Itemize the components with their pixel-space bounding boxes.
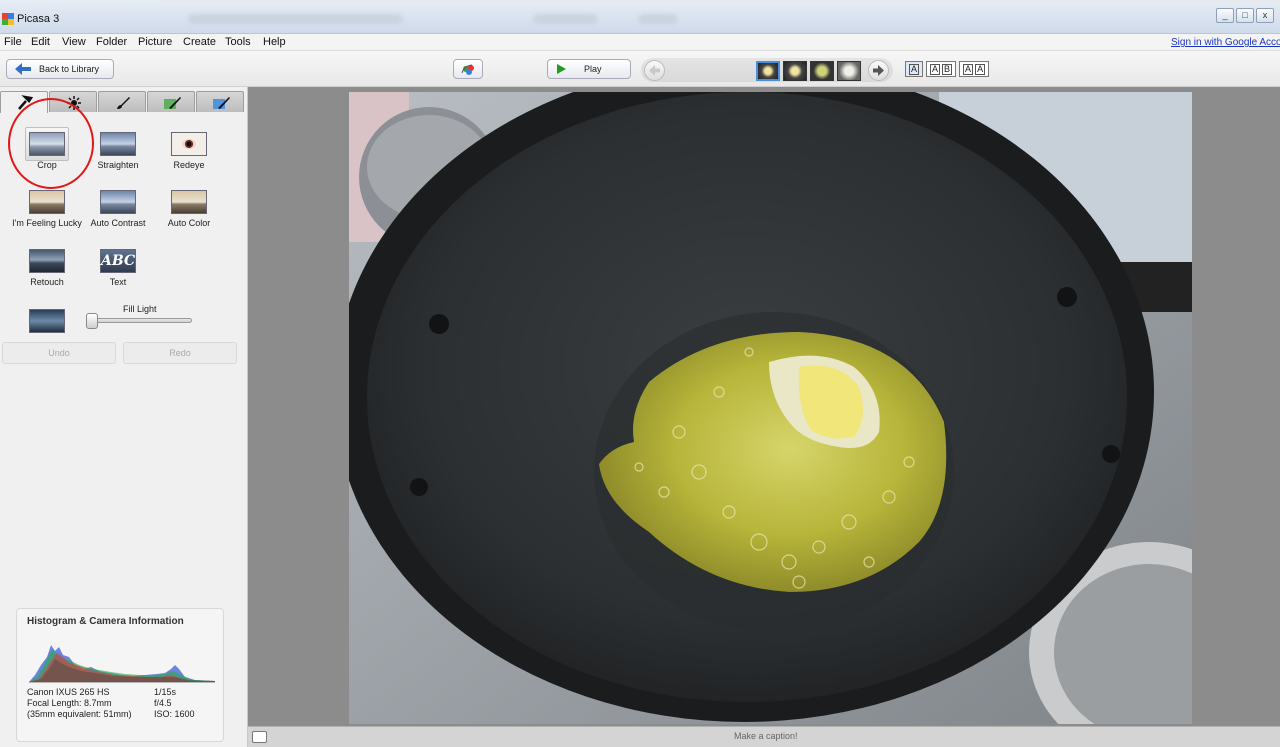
title-bar: Picasa 3 _ □ x xyxy=(0,0,1280,34)
edit-panel: Crop Straighten Redeye I'm Feeling Lucky… xyxy=(0,87,248,747)
green-brush-icon xyxy=(164,97,181,109)
feeling-lucky-tool[interactable]: I'm Feeling Lucky xyxy=(7,190,87,228)
filmstrip-thumbnail[interactable] xyxy=(810,61,834,81)
arrow-left-icon xyxy=(649,65,660,76)
caption-input[interactable]: Make a caption! xyxy=(734,731,798,741)
histogram-graph xyxy=(29,645,215,683)
caption-mode-aa[interactable]: AA xyxy=(959,61,990,77)
caption-bar: Make a caption! xyxy=(248,726,1280,747)
window-title: Picasa 3 xyxy=(17,13,60,25)
menu-help[interactable]: Help xyxy=(263,36,286,48)
previous-photo-button[interactable] xyxy=(644,60,665,81)
fill-light-label: Fill Light xyxy=(123,304,157,314)
text-label: Text xyxy=(109,277,127,287)
caption-mode-single[interactable]: A xyxy=(905,61,924,77)
shutter-speed: 1/15s xyxy=(154,687,177,697)
retouch-label: Retouch xyxy=(30,277,64,287)
menu-edit[interactable]: Edit xyxy=(31,36,50,48)
back-to-library-button[interactable]: Back to Library xyxy=(6,59,114,79)
effects-button[interactable] xyxy=(453,59,483,79)
straighten-tool[interactable]: Straighten xyxy=(78,132,158,170)
minimize-button[interactable]: _ xyxy=(1216,8,1234,23)
straighten-icon xyxy=(100,132,136,156)
auto-color-label: Auto Color xyxy=(167,218,211,228)
histogram-title: Histogram & Camera Information xyxy=(27,616,184,627)
picasa-logo-icon xyxy=(2,13,14,25)
menu-file[interactable]: File xyxy=(4,36,22,48)
tab-effects-3[interactable] xyxy=(196,91,244,112)
auto-color-icon xyxy=(171,190,207,214)
retouch-tool[interactable]: Retouch xyxy=(7,249,87,287)
filmstrip-thumbnail[interactable] xyxy=(756,61,780,81)
tab-effects[interactable] xyxy=(98,91,146,112)
feeling-lucky-label: I'm Feeling Lucky xyxy=(12,218,82,228)
close-button[interactable]: x xyxy=(1256,8,1274,23)
menu-folder[interactable]: Folder xyxy=(96,36,127,48)
color-palette-icon xyxy=(461,64,474,75)
arrow-left-icon xyxy=(15,63,31,75)
redo-button[interactable]: Redo xyxy=(123,342,237,364)
tab-effects-2[interactable] xyxy=(147,91,195,112)
fill-light-slider-track[interactable] xyxy=(86,318,192,323)
play-icon xyxy=(557,64,566,74)
feeling-lucky-icon xyxy=(29,190,65,214)
auto-contrast-label: Auto Contrast xyxy=(90,218,146,228)
retouch-icon xyxy=(29,249,65,273)
next-photo-button[interactable] xyxy=(868,60,889,81)
maximize-button[interactable]: □ xyxy=(1236,8,1254,23)
focal-length: Focal Length: 8.7mm xyxy=(27,698,112,708)
toolbar: Back to Library Play A AB AA xyxy=(0,51,1280,87)
fill-light-icon xyxy=(29,309,65,333)
caption-toggle-icon[interactable] xyxy=(252,731,267,743)
caption-mode-ab[interactable]: AB xyxy=(926,61,957,77)
background-window-blurred xyxy=(188,14,748,26)
photo-pan-with-butter[interactable] xyxy=(349,92,1192,724)
text-tool[interactable]: ABC Text xyxy=(78,249,158,287)
aperture: f/4.5 xyxy=(154,698,172,708)
eye-icon xyxy=(171,132,207,156)
photo-viewer: Make a caption! xyxy=(248,87,1280,747)
play-slideshow-button[interactable]: Play xyxy=(547,59,631,79)
auto-contrast-tool[interactable]: Auto Contrast xyxy=(78,190,158,228)
undo-button[interactable]: Undo xyxy=(2,342,116,364)
menu-tools[interactable]: Tools xyxy=(225,36,251,48)
straighten-label: Straighten xyxy=(97,160,139,170)
fill-light-slider-handle[interactable] xyxy=(86,313,98,329)
brush-icon xyxy=(117,97,130,109)
window-controls: _ □ x xyxy=(1216,8,1274,23)
histogram-panel: Histogram & Camera Information Canon IXU… xyxy=(16,608,224,742)
menu-bar: File Edit View Folder Picture Create Too… xyxy=(0,34,1280,51)
menu-create[interactable]: Create xyxy=(183,36,216,48)
caption-display-options: A AB AA xyxy=(905,61,990,77)
play-label: Play xyxy=(584,64,602,74)
menu-view[interactable]: View xyxy=(62,36,86,48)
auto-contrast-icon xyxy=(100,190,136,214)
sign-in-link[interactable]: Sign in with Google Accou xyxy=(1171,37,1280,48)
filmstrip-thumbnail[interactable] xyxy=(783,61,807,81)
camera-model: Canon IXUS 265 HS xyxy=(27,687,110,697)
focal-equivalent: (35mm equivalent: 51mm) xyxy=(27,709,132,719)
arrow-right-icon xyxy=(873,65,884,76)
auto-color-tool[interactable]: Auto Color xyxy=(149,190,229,228)
text-abc-icon: ABC xyxy=(100,249,136,273)
filmstrip-thumbnail[interactable] xyxy=(837,61,861,81)
menu-picture[interactable]: Picture xyxy=(138,36,172,48)
redeye-label: Redeye xyxy=(173,160,205,170)
redeye-tool[interactable]: Redeye xyxy=(149,132,229,170)
iso-value: ISO: 1600 xyxy=(154,709,195,719)
background-window-strip xyxy=(160,0,1280,6)
filmstrip xyxy=(641,58,893,82)
blue-brush-icon xyxy=(213,97,230,109)
back-to-library-label: Back to Library xyxy=(39,64,100,74)
